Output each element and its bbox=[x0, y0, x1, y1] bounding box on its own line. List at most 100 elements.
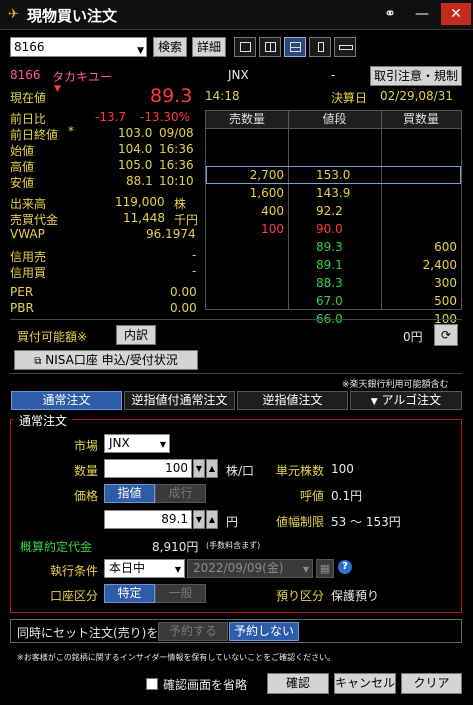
low-time: 10:10 bbox=[159, 174, 194, 188]
margin-buy-label: 信用買 bbox=[10, 266, 47, 280]
board-price[interactable]: 89.3 bbox=[288, 238, 381, 256]
board-row: 88.3 300 bbox=[206, 274, 461, 292]
price-range-label: 値幅制限 bbox=[275, 515, 324, 529]
price-range: 53 ～ 153円 bbox=[331, 515, 401, 529]
no-reserve-button[interactable]: 予約しない bbox=[229, 622, 299, 641]
price-label: 価格 bbox=[73, 489, 98, 503]
chevron-down-icon[interactable]: ▼ bbox=[137, 42, 144, 60]
help-icon[interactable]: ? bbox=[338, 560, 352, 574]
board-buy-qty: 500 bbox=[434, 294, 457, 308]
detail-button[interactable]: 詳細 bbox=[192, 37, 226, 57]
date-select-value: 2022/09/09(金) bbox=[193, 561, 284, 575]
layout-wide-icon[interactable] bbox=[334, 37, 356, 57]
chevron-down-icon: ▼ bbox=[159, 440, 166, 449]
board-price[interactable] bbox=[288, 130, 381, 148]
board-price[interactable]: 67.0 bbox=[288, 292, 381, 310]
board-sell-qty bbox=[206, 292, 288, 310]
quantity-label: 数量 bbox=[73, 464, 98, 478]
board-sell-qty bbox=[206, 148, 288, 166]
skip-confirm-checkbox[interactable] bbox=[146, 678, 158, 690]
clear-button[interactable]: クリア bbox=[401, 673, 462, 694]
board-price[interactable]: 90.0 bbox=[288, 220, 381, 238]
market-order-button[interactable]: 成行 bbox=[155, 484, 206, 503]
trading-rules-button[interactable]: 取引注意・規制 bbox=[370, 66, 462, 86]
volume: 119,000 bbox=[115, 195, 165, 209]
market-select-value: JNX bbox=[109, 436, 130, 450]
volume-unit: 株 bbox=[174, 197, 187, 211]
layout-single-icon[interactable] bbox=[234, 37, 256, 57]
prev-change-pct: -13.30% bbox=[140, 110, 191, 124]
layout-split-horizontal-icon[interactable] bbox=[284, 37, 306, 57]
prev-change-label: 前日比 bbox=[10, 112, 47, 126]
board-price[interactable]: 89.1 bbox=[288, 256, 381, 274]
breakdown-button[interactable]: 内訳 bbox=[116, 325, 156, 345]
board-price[interactable]: 92.2 bbox=[288, 202, 381, 220]
layout-narrow-icon[interactable] bbox=[309, 37, 331, 57]
insider-notice: ※お客様がこの銘柄に関するインサイダー情報を保有していないことをご確認ください。 bbox=[17, 653, 336, 662]
prev-change: -13.7 bbox=[95, 110, 127, 124]
board-buy-qty: 300 bbox=[434, 276, 457, 290]
board-price[interactable]: 143.9 bbox=[288, 184, 381, 202]
tab-normal-order[interactable]: 通常注文 bbox=[11, 391, 122, 410]
reserve-button[interactable]: 予約する bbox=[158, 622, 228, 641]
estimate-label: 概算約定代金 bbox=[20, 540, 93, 554]
close-button[interactable]: ✕ bbox=[441, 3, 471, 25]
price-stepper-down-icon[interactable]: ▼ bbox=[193, 510, 205, 529]
confirm-button[interactable]: 確認 bbox=[267, 673, 329, 694]
vwap-label: VWAP bbox=[10, 227, 45, 241]
market-select[interactable]: JNX ▼ bbox=[104, 434, 170, 453]
price-input[interactable]: 89.1 bbox=[104, 510, 192, 529]
set-order-label: 同時にセット注文(売り)を bbox=[17, 626, 159, 640]
board-row bbox=[206, 130, 461, 148]
calendar-icon[interactable]: ▦ bbox=[316, 559, 334, 578]
volume-label: 出来高 bbox=[10, 197, 47, 211]
board-buy-qty bbox=[381, 184, 461, 202]
symbol-input[interactable]: 8166 ▼ bbox=[10, 37, 147, 57]
high-label: 高値 bbox=[10, 160, 35, 174]
high-time: 16:36 bbox=[159, 158, 194, 172]
open-price: 104.0 bbox=[118, 142, 153, 156]
board-buy-qty bbox=[381, 202, 461, 220]
quantity-input[interactable]: 100 bbox=[104, 459, 192, 478]
price-unit: 円 bbox=[226, 515, 239, 529]
account-general-button[interactable]: 一般 bbox=[155, 584, 206, 603]
buying-power-label: 買付可能額※ bbox=[17, 330, 88, 344]
board-sell-qty: 1,600 bbox=[249, 186, 284, 200]
minimize-button[interactable]: — bbox=[410, 3, 434, 25]
board-buy-qty bbox=[381, 130, 461, 148]
link-icon[interactable]: ⚭ bbox=[378, 3, 402, 25]
estimate-value: 8,910円 bbox=[152, 540, 199, 554]
stock-dash: - bbox=[331, 68, 336, 82]
board-sell-qty bbox=[206, 274, 288, 292]
cancel-button[interactable]: キャンセル bbox=[334, 673, 396, 694]
tab-algo-order[interactable]: ▼ アルゴ注文 bbox=[350, 391, 462, 410]
date-select[interactable]: 2022/09/09(金) ▼ bbox=[187, 559, 313, 578]
refresh-icon[interactable]: ⟳ bbox=[434, 324, 458, 346]
price-stepper-up-icon[interactable]: ▲ bbox=[206, 510, 218, 529]
stock-market: JNX bbox=[228, 68, 249, 82]
per-value: 0.00 bbox=[170, 285, 197, 299]
quantity-stepper-down-icon[interactable]: ▼ bbox=[193, 459, 205, 478]
board-sell-qty: 100 bbox=[261, 222, 284, 236]
nisa-status-button[interactable]: ⧉ NISA口座 申込/受付状況 bbox=[14, 350, 198, 370]
board-sell-qty: 400 bbox=[261, 204, 284, 218]
margin-sell: - bbox=[192, 248, 197, 262]
external-link-icon: ⧉ bbox=[34, 356, 42, 367]
prev-close: 103.0 bbox=[118, 126, 153, 140]
board-buy-qty: 2,400 bbox=[422, 258, 457, 272]
condition-select[interactable]: 本日中 ▼ bbox=[104, 559, 185, 578]
tab-stop-normal-order[interactable]: 逆指値付通常注文 bbox=[124, 391, 235, 410]
board-row: 89.3 600 bbox=[206, 238, 461, 256]
board-price[interactable]: 88.3 bbox=[288, 274, 381, 292]
tab-stop-order[interactable]: 逆指値注文 bbox=[237, 391, 348, 410]
account-specific-button[interactable]: 特定 bbox=[104, 584, 155, 603]
board-sell-qty bbox=[206, 238, 288, 256]
quantity-stepper-up-icon[interactable]: ▲ bbox=[206, 459, 218, 478]
limit-order-button[interactable]: 指値 bbox=[104, 484, 155, 503]
search-button[interactable]: 検索 bbox=[153, 37, 187, 57]
pbr-value: 0.00 bbox=[170, 301, 197, 315]
board-price[interactable] bbox=[288, 148, 381, 166]
layout-split-vertical-icon[interactable] bbox=[259, 37, 281, 57]
unit-shares: 100 bbox=[331, 462, 354, 476]
board-price[interactable]: 153.0 bbox=[288, 166, 381, 184]
